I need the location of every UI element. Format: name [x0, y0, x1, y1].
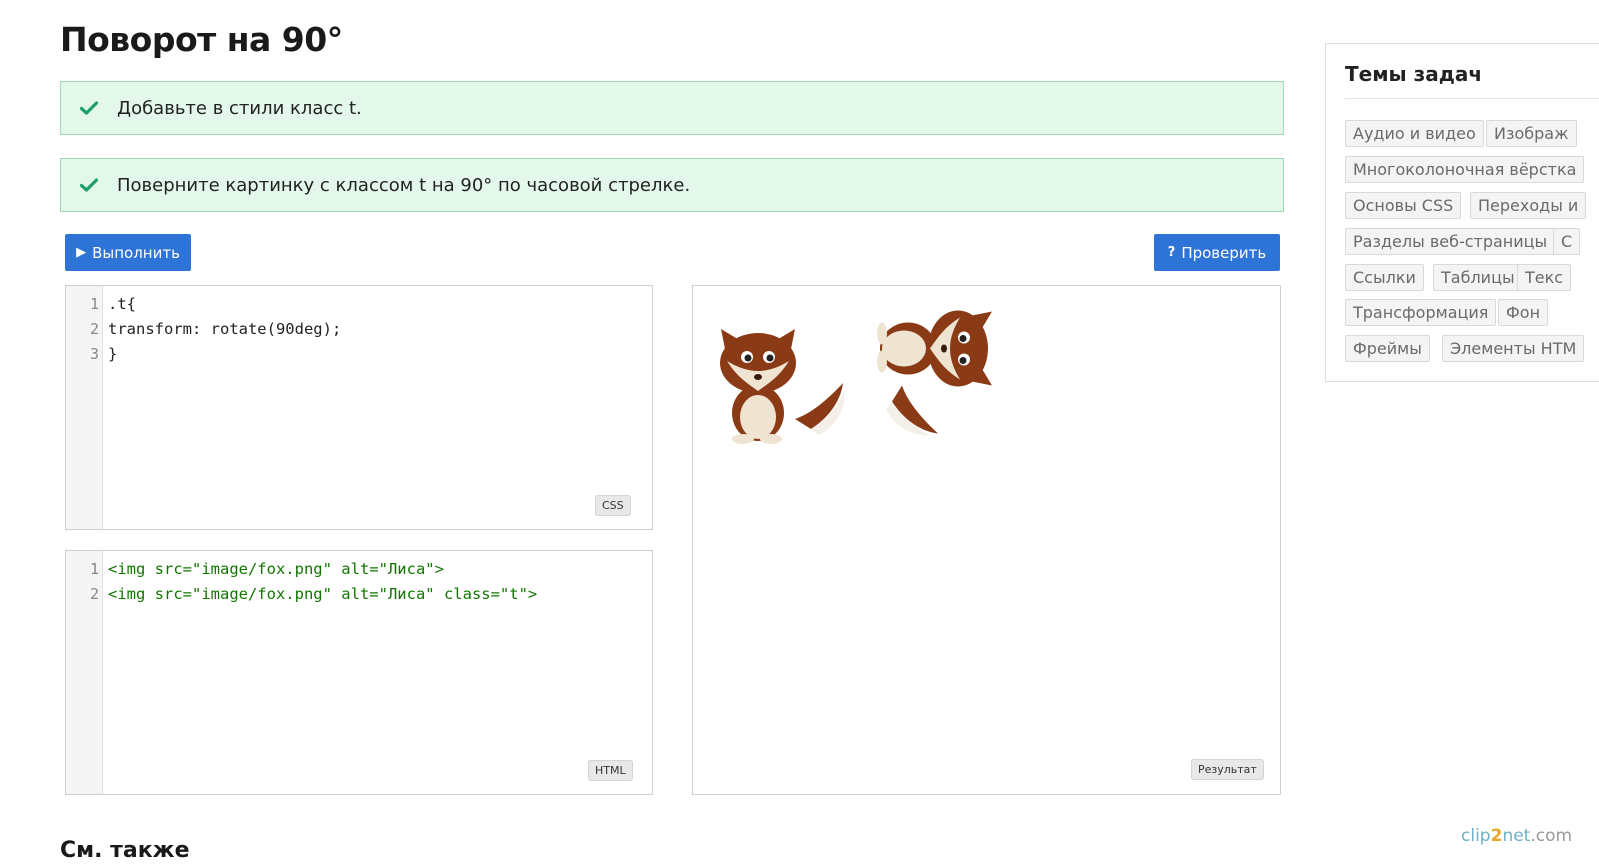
html-editor[interactable]: 1 2 <img src="image/fox.png" alt="Лиса">… [65, 550, 653, 795]
code-line[interactable]: transform: rotate(90deg); [108, 320, 341, 338]
code-line[interactable]: <img src="image/fox.png" alt="Лиса"> [108, 560, 444, 578]
run-button[interactable]: ▶ Выполнить [65, 234, 191, 271]
line-number: 1 [89, 560, 99, 578]
question-icon: ? [1167, 245, 1176, 260]
topic-tag[interactable]: С [1553, 228, 1581, 255]
topic-tag[interactable]: Многоколоночная вёрстка [1345, 156, 1585, 183]
topic-tag[interactable]: Элементы HTM [1442, 335, 1585, 362]
line-number-gutter: 1 2 [66, 551, 103, 794]
css-label: CSS [595, 495, 631, 516]
topic-tag[interactable]: Изображ [1486, 120, 1577, 147]
line-number: 2 [89, 585, 99, 603]
topic-tag[interactable]: Трансформация [1345, 299, 1497, 326]
fox-image [720, 329, 845, 444]
task-text: Добавьте в стили класс t. [117, 97, 362, 119]
topic-tag[interactable]: Таблицы [1433, 264, 1523, 291]
code-line[interactable]: } [108, 345, 117, 363]
topic-tag[interactable]: Фреймы [1345, 335, 1430, 362]
topic-tag[interactable]: Разделы веб-страницы [1345, 228, 1556, 255]
topic-tag[interactable]: Основы CSS [1345, 192, 1462, 219]
line-number: 2 [89, 320, 99, 338]
topic-tag[interactable]: Текс [1517, 264, 1572, 291]
run-button-label: Выполнить [92, 243, 180, 262]
task-item: Добавьте в стили класс t. [60, 81, 1284, 135]
topic-tag[interactable]: Фон [1498, 299, 1549, 326]
topic-tag[interactable]: Переходы и [1470, 192, 1587, 219]
rotated-fox-image [877, 310, 992, 436]
code-line[interactable]: <img src="image/fox.png" alt="Лиса" clas… [108, 585, 537, 603]
task-text: Поверните картинку с классом t на 90° по… [117, 174, 691, 196]
checkmark-icon [61, 101, 117, 115]
divider [1345, 98, 1599, 99]
sidebar-title: Темы задач [1345, 62, 1483, 86]
css-editor[interactable]: 1 2 3 .t{ transform: rotate(90deg); } CS… [65, 285, 653, 530]
result-pane: Результат [692, 285, 1281, 795]
line-number: 3 [89, 345, 99, 363]
result-label: Результат [1191, 759, 1264, 780]
task-item: Поверните картинку с классом t на 90° по… [60, 158, 1284, 212]
check-button-label: Проверить [1181, 243, 1267, 262]
html-label: HTML [588, 760, 633, 781]
see-also-heading: См. также [60, 838, 190, 863]
play-icon: ▶ [76, 245, 87, 260]
topic-tag[interactable]: Ссылки [1345, 264, 1424, 291]
line-number-gutter: 1 2 3 [66, 286, 103, 529]
page-title: Поворот на 90° [60, 20, 343, 59]
code-line[interactable]: .t{ [108, 295, 136, 313]
checkmark-icon [61, 178, 117, 192]
task-topics-sidebar: Темы задач Аудио и видео Изображ Многоко… [1325, 43, 1599, 382]
check-button[interactable]: ? Проверить [1154, 234, 1280, 271]
line-number: 1 [89, 295, 99, 313]
topic-tag[interactable]: Аудио и видео [1345, 120, 1484, 147]
watermark-logo: clip2net.com [1461, 826, 1573, 846]
